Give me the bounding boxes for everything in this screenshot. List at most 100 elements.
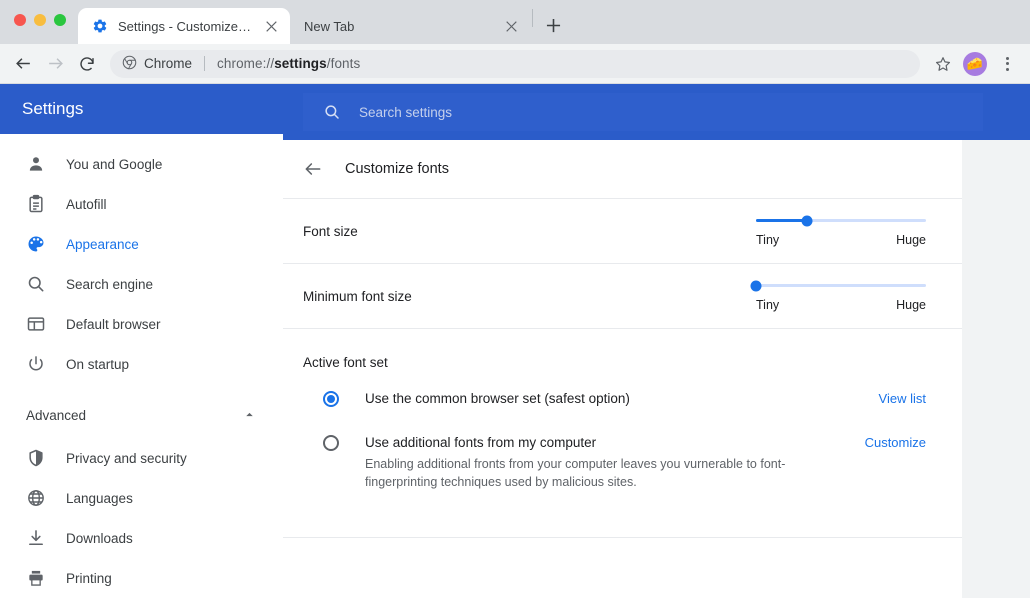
sidebar-item-label: You and Google bbox=[66, 156, 163, 172]
sidebar-item-default-browser[interactable]: Default browser bbox=[0, 304, 283, 344]
sidebar-advanced-toggle[interactable]: Advanced bbox=[0, 392, 283, 438]
sidebar-item-you-and-google[interactable]: You and Google bbox=[0, 144, 283, 184]
power-icon bbox=[26, 354, 46, 374]
font-size-slider[interactable]: Tiny Huge bbox=[756, 215, 926, 247]
radio-unselected-icon[interactable] bbox=[323, 435, 339, 451]
url-host: settings bbox=[274, 56, 327, 71]
browser-window-icon bbox=[26, 314, 46, 334]
search-bar: Search settings bbox=[283, 84, 1030, 140]
card-header: Customize fonts bbox=[283, 140, 962, 198]
slider-thumb[interactable] bbox=[750, 280, 762, 291]
sidebar-item-search-engine[interactable]: Search engine bbox=[0, 264, 283, 304]
minimum-font-size-row: Minimum font size Tiny Huge bbox=[283, 263, 962, 328]
maximize-window-button[interactable] bbox=[54, 14, 66, 26]
radio-selected-icon[interactable] bbox=[323, 391, 339, 407]
url-text: chrome://settings/fonts bbox=[217, 56, 360, 71]
tab-title: Settings - Customize fonts bbox=[118, 18, 252, 34]
clipboard-icon bbox=[26, 194, 46, 214]
url-path: /fonts bbox=[326, 56, 361, 71]
omnibox-divider bbox=[204, 56, 206, 71]
customize-fonts-card: Customize fonts Font size Tiny Huge Mini… bbox=[283, 140, 962, 598]
settings-page: Settings You and Google Autofill Appeara… bbox=[0, 84, 1030, 598]
forward-arrow-icon[interactable] bbox=[40, 49, 70, 79]
download-icon bbox=[26, 528, 46, 548]
shield-icon bbox=[26, 448, 46, 468]
url-prefix: chrome:// bbox=[217, 56, 275, 71]
minimum-font-size-slider[interactable]: Tiny Huge bbox=[750, 280, 926, 312]
star-icon[interactable] bbox=[928, 49, 958, 79]
close-tab-button[interactable] bbox=[262, 17, 280, 35]
slider-track[interactable] bbox=[750, 280, 926, 291]
cheese-icon: 🧀 bbox=[966, 56, 984, 71]
browser-toolbar: Chrome chrome://settings/fonts 🧀 bbox=[0, 44, 1030, 84]
slider-min-label: Tiny bbox=[756, 298, 780, 312]
sidebar-item-downloads[interactable]: Downloads bbox=[0, 518, 283, 558]
slider-min-label: Tiny bbox=[756, 233, 780, 247]
sidebar-item-label: Languages bbox=[66, 490, 133, 506]
sidebar-item-label: Search engine bbox=[66, 276, 154, 292]
slider-thumb[interactable] bbox=[801, 215, 813, 226]
search-icon bbox=[323, 103, 341, 121]
tab-strip: Settings - Customize fonts New Tab bbox=[0, 0, 1030, 44]
printer-icon bbox=[26, 568, 46, 588]
palette-icon bbox=[26, 234, 46, 254]
browser-tab-newtab[interactable]: New Tab bbox=[290, 8, 530, 44]
reload-icon[interactable] bbox=[72, 49, 102, 79]
close-tab-button[interactable] bbox=[502, 17, 520, 35]
option-description: Enabling additional fronts from your com… bbox=[365, 457, 786, 490]
close-window-button[interactable] bbox=[14, 14, 26, 26]
chrome-logo-icon bbox=[122, 55, 137, 73]
minimize-window-button[interactable] bbox=[34, 14, 46, 26]
sidebar-item-privacy-and-security[interactable]: Privacy and security bbox=[0, 438, 283, 478]
font-set-option-common[interactable]: Use the common browser set (safest optio… bbox=[283, 376, 962, 408]
globe-icon bbox=[26, 488, 46, 508]
sidebar-item-autofill[interactable]: Autofill bbox=[0, 184, 283, 224]
sidebar-item-label: Autofill bbox=[66, 196, 107, 212]
search-input[interactable]: Search settings bbox=[303, 93, 983, 131]
site-chip[interactable]: Chrome bbox=[122, 55, 192, 73]
settings-title: Settings bbox=[0, 84, 283, 134]
settings-content: Search settings Customize fonts Font siz… bbox=[283, 84, 1030, 598]
search-icon bbox=[26, 274, 46, 294]
font-set-option-additional[interactable]: Use additional fonts from my computer En… bbox=[283, 408, 962, 491]
sidebar-nav-list: You and Google Autofill Appearance Searc… bbox=[0, 134, 283, 598]
section-divider bbox=[283, 537, 962, 551]
chevron-up-icon bbox=[243, 408, 257, 422]
minimum-font-size-label: Minimum font size bbox=[303, 288, 412, 304]
tab-divider bbox=[532, 8, 533, 27]
sidebar-item-appearance[interactable]: Appearance bbox=[0, 224, 283, 264]
sidebar-item-label: Privacy and security bbox=[66, 450, 187, 466]
option-label: Use additional fonts from my computer bbox=[365, 435, 597, 450]
sidebar-item-label: Downloads bbox=[66, 530, 133, 546]
customize-link[interactable]: Customize bbox=[849, 434, 926, 450]
sidebar-item-label: On startup bbox=[66, 356, 130, 372]
gear-icon bbox=[92, 18, 108, 34]
back-arrow-icon[interactable] bbox=[8, 49, 38, 79]
sidebar-item-on-startup[interactable]: On startup bbox=[0, 344, 283, 384]
slider-max-label: Huge bbox=[896, 298, 926, 312]
search-placeholder: Search settings bbox=[359, 104, 453, 120]
active-font-set-title: Active font set bbox=[303, 355, 388, 370]
sidebar-item-printing[interactable]: Printing bbox=[0, 558, 283, 598]
window-traffic-lights bbox=[14, 14, 66, 26]
sidebar-item-label: Printing bbox=[66, 570, 112, 586]
sidebar-item-label: Appearance bbox=[66, 236, 139, 252]
settings-sidebar: Settings You and Google Autofill Appeara… bbox=[0, 84, 283, 598]
address-bar[interactable]: Chrome chrome://settings/fonts bbox=[110, 49, 920, 78]
option-body: Use the common browser set (safest optio… bbox=[339, 390, 863, 408]
slider-end-labels: Tiny Huge bbox=[756, 233, 926, 247]
option-body: Use additional fonts from my computer En… bbox=[339, 434, 849, 491]
slider-track[interactable] bbox=[756, 215, 926, 226]
font-set-section: Active font set Use the common browser s… bbox=[283, 328, 962, 551]
back-arrow-icon[interactable] bbox=[303, 159, 323, 179]
new-tab-button[interactable] bbox=[539, 11, 567, 39]
sidebar-item-languages[interactable]: Languages bbox=[0, 478, 283, 518]
slider-end-labels: Tiny Huge bbox=[756, 298, 926, 312]
browser-tab-settings[interactable]: Settings - Customize fonts bbox=[78, 8, 290, 44]
settings-scroll-region: Customize fonts Font size Tiny Huge Mini… bbox=[283, 140, 1030, 598]
three-dot-menu-icon[interactable] bbox=[992, 49, 1022, 79]
profile-avatar[interactable]: 🧀 bbox=[963, 51, 987, 76]
sidebar-item-label: Default browser bbox=[66, 316, 161, 332]
view-list-link[interactable]: View list bbox=[863, 390, 926, 406]
tab-title: New Tab bbox=[304, 18, 355, 34]
